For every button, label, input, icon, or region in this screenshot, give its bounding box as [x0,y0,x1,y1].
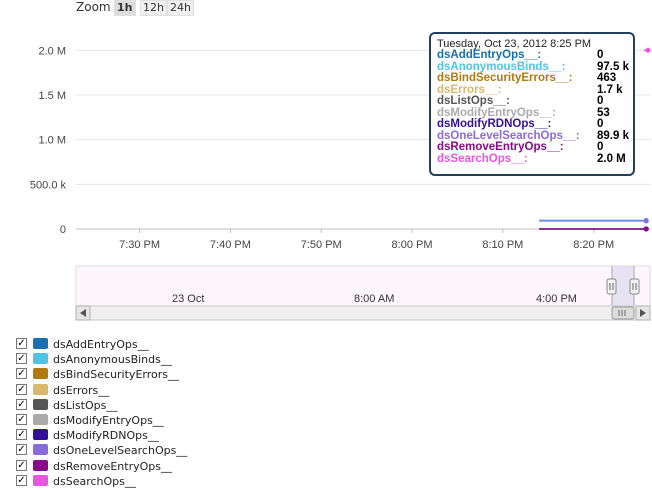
tooltip-series-value: 0 [597,141,604,153]
legend-label: dsRemoveEntryOps__ [53,459,172,473]
series-point [643,218,649,224]
legend-color-swatch [33,383,48,395]
tooltip-series-name: dsAddEntryOps__: [437,49,542,61]
y-axis-labels: 0 500.0 k 1.0 M 1.5 M 2.0 M [30,45,67,236]
legend-item[interactable]: ✓ dsModifyRDNOps__ [16,429,216,444]
legend-label: dsListOps__ [53,398,118,412]
legend-checkbox[interactable]: ✓ [16,353,27,365]
legend-color-swatch [33,474,48,486]
tooltip-row: dsAddEntryOps__: 0 [437,49,633,62]
tooltip-row: dsBindSecurityErrors__: 463 [437,72,633,85]
tooltip-series-value: 463 [597,72,617,84]
legend-checkbox[interactable]: ✓ [16,383,27,395]
legend-label: dsModifyRDNOps__ [53,429,159,443]
legend-item[interactable]: ✓ dsOneLevelSearchOps__ [16,444,216,459]
tooltip-row: dsRemoveEntryOps__: 0 [437,141,633,154]
legend-checkbox[interactable]: ✓ [16,368,27,380]
tooltip-series-name: dsSearchOps__: [437,152,528,165]
x-tick-label: 8:00 PM [392,239,433,251]
tooltip-series-name: dsModifyRDNOps__: [437,118,552,130]
data-tooltip: Tuesday, Oct 23, 2012 8:25 PM dsAddEntry… [429,32,635,176]
legend-color-swatch [33,414,48,425]
x-tick-label: 8:10 PM [482,239,523,251]
legend-checkbox[interactable]: ✓ [16,398,27,410]
tooltip-rows: dsAddEntryOps__: 0 dsAnonymousBinds__: 97.5… [437,49,633,166]
legend-checkbox[interactable]: ✓ [16,414,27,425]
legend-label: dsAddEntryOps__ [53,338,149,351]
scrollbar-track[interactable] [75,305,651,321]
tooltip-series-value: 0 [597,118,604,130]
legend-checkbox[interactable]: ✓ [16,338,27,349]
tooltip-series-name: dsRemoveEntryOps__: [437,141,564,153]
legend-item[interactable]: ✓ dsAddEntryOps__ [16,338,216,353]
legend-checkbox[interactable]: ✓ [16,459,27,471]
tooltip-series-value: 2.0 M [597,152,626,165]
navigator-label: 23 Oct [172,293,204,305]
legend-label: dsOneLevelSearchOps__ [53,444,188,458]
navigator-scrollbar[interactable] [75,305,651,321]
tooltip-series-name: dsBindSecurityErrors__: [437,72,573,84]
x-tick-label: 7:30 PM [119,239,160,251]
legend-color-swatch [33,398,48,410]
x-tick-label: 7:40 PM [210,239,251,251]
legend-color-swatch [33,353,48,365]
y-tick-label: 0 [60,224,66,236]
legend-checkbox[interactable]: ✓ [16,474,27,486]
legend-color-swatch [33,459,48,471]
legend-item[interactable]: ✓ dsErrors__ [16,383,216,399]
y-tick-label: 500.0 k [30,179,67,191]
x-tick-label: 7:50 PM [301,239,342,251]
navigator-label: 4:00 PM [536,293,577,305]
series-point [645,47,651,53]
legend-label: dsErrors__ [53,383,110,397]
x-axis-labels: 7:30 PM 7:40 PM 7:50 PM 8:00 PM 8:10 PM 8:20 … [119,239,614,251]
legend-color-swatch [33,444,48,456]
y-tick-label: 2.0 M [38,45,66,57]
legend-label: dsAnonymousBinds__ [53,353,172,367]
series-point [643,226,649,232]
tooltip-series-value: 0 [597,95,604,107]
y-tick-label: 1.5 M [38,90,66,102]
legend-item[interactable]: ✓ dsModifyEntryOps__ [16,414,216,429]
navigator[interactable]: 23 Oct 8:00 AM 4:00 PM [75,265,651,307]
tooltip-row: dsListOps__: 0 [437,95,633,108]
legend-color-swatch [33,429,48,441]
x-tick-label: 8:20 PM [573,239,614,251]
legend-item[interactable]: ✓ dsRemoveEntryOps__ [16,459,216,475]
legend-label: dsBindSecurityErrors__ [53,368,179,382]
legend-label: dsModifyEntryOps__ [53,414,164,427]
legend-item[interactable]: ✓ dsBindSecurityErrors__ [16,368,216,383]
legend-checkbox[interactable]: ✓ [16,429,27,441]
y-tick-label: 1.0 M [38,135,66,147]
legend-color-swatch [33,368,48,380]
legend-checkbox[interactable]: ✓ [16,444,27,456]
legend-item[interactable]: ✓ dsListOps__ [16,398,216,414]
tooltip-series-value: 0 [597,49,604,61]
navigator-label: 8:00 AM [354,293,394,305]
legend-item[interactable]: ✓ dsSearchOps__ [16,474,216,490]
navigator-right-handle[interactable] [629,278,640,295]
navigator-left-handle[interactable] [606,278,617,295]
tooltip-row: dsModifyRDNOps__: 0 [437,118,633,131]
legend-item[interactable]: ✓ dsAnonymousBinds__ [16,353,216,368]
legend-color-swatch [33,338,48,349]
tooltip-series-name: dsListOps__: [437,95,510,107]
scrollbar-thumb[interactable] [611,306,635,320]
tooltip-row: dsSearchOps__: 2.0 M [437,152,633,166]
